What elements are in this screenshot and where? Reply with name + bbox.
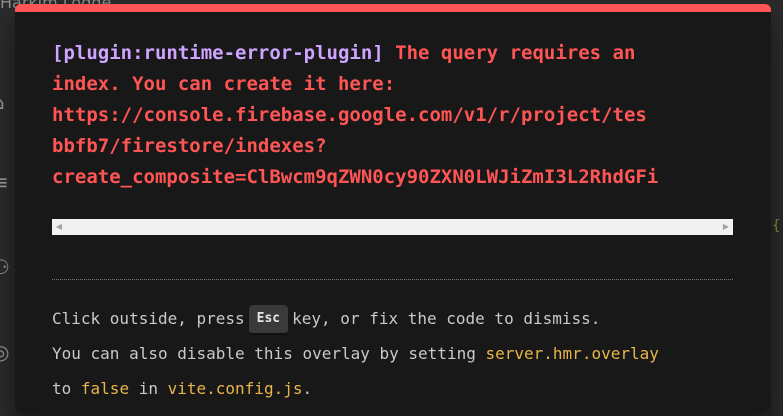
false-value-code: false — [80, 379, 130, 398]
plugin-tag: [plugin:runtime-error-plugin] — [52, 42, 384, 64]
scroll-left-arrow-icon[interactable]: ◀ — [52, 219, 66, 235]
config-file-code: vite.config.js — [167, 379, 303, 398]
tip-line-3-pre: to — [52, 379, 81, 398]
user-icon: ⚇ — [0, 255, 10, 279]
error-message-line-4: bbfb7/firestore/indexes? — [52, 135, 327, 157]
divider — [52, 279, 733, 280]
error-message: [plugin:runtime-error-plugin] The query … — [52, 38, 733, 198]
tip-line-1: Click outside, press Esc key, or fix the c… — [52, 301, 742, 336]
error-message-line-3: https://console.firebase.google.com/v1/r… — [52, 104, 647, 126]
error-message-line-2: index. You can create it here: — [52, 73, 396, 95]
settings-icon: ◎ — [0, 340, 10, 364]
list-icon: ≡ — [0, 170, 9, 194]
tip-line-3: to false in vite.config.js. — [52, 371, 742, 406]
config-option-code: server.hmr.overlay — [485, 344, 659, 363]
tip-text-post: key, or fix the code to dismiss. — [292, 309, 601, 328]
tip-text-pre: Click outside, press — [52, 309, 245, 328]
tip-line-2-text: You can also disable this overlay by set… — [52, 344, 486, 363]
tip-line-3-mid: in — [129, 379, 168, 398]
error-overlay-window[interactable]: [plugin:runtime-error-plugin] The query … — [15, 4, 771, 412]
home-icon: ⌂ — [0, 90, 16, 114]
esc-key-badge: Esc — [248, 304, 289, 335]
overlay-tip: Click outside, press Esc key, or fix the c… — [52, 301, 742, 406]
error-message-line-5: create_composite=ClBwcm9qZWN0cy90ZXN0LWJ… — [52, 166, 659, 188]
tip-line-2: You can also disable this overlay by set… — [52, 336, 742, 371]
scroll-right-arrow-icon[interactable]: ▶ — [719, 219, 733, 235]
horizontal-scrollbar[interactable]: ◀ ▶ — [52, 219, 733, 235]
background-code-brace: { — [772, 218, 781, 234]
error-message-line-1: The query requires an — [383, 42, 636, 64]
tip-line-3-post: . — [302, 379, 313, 398]
